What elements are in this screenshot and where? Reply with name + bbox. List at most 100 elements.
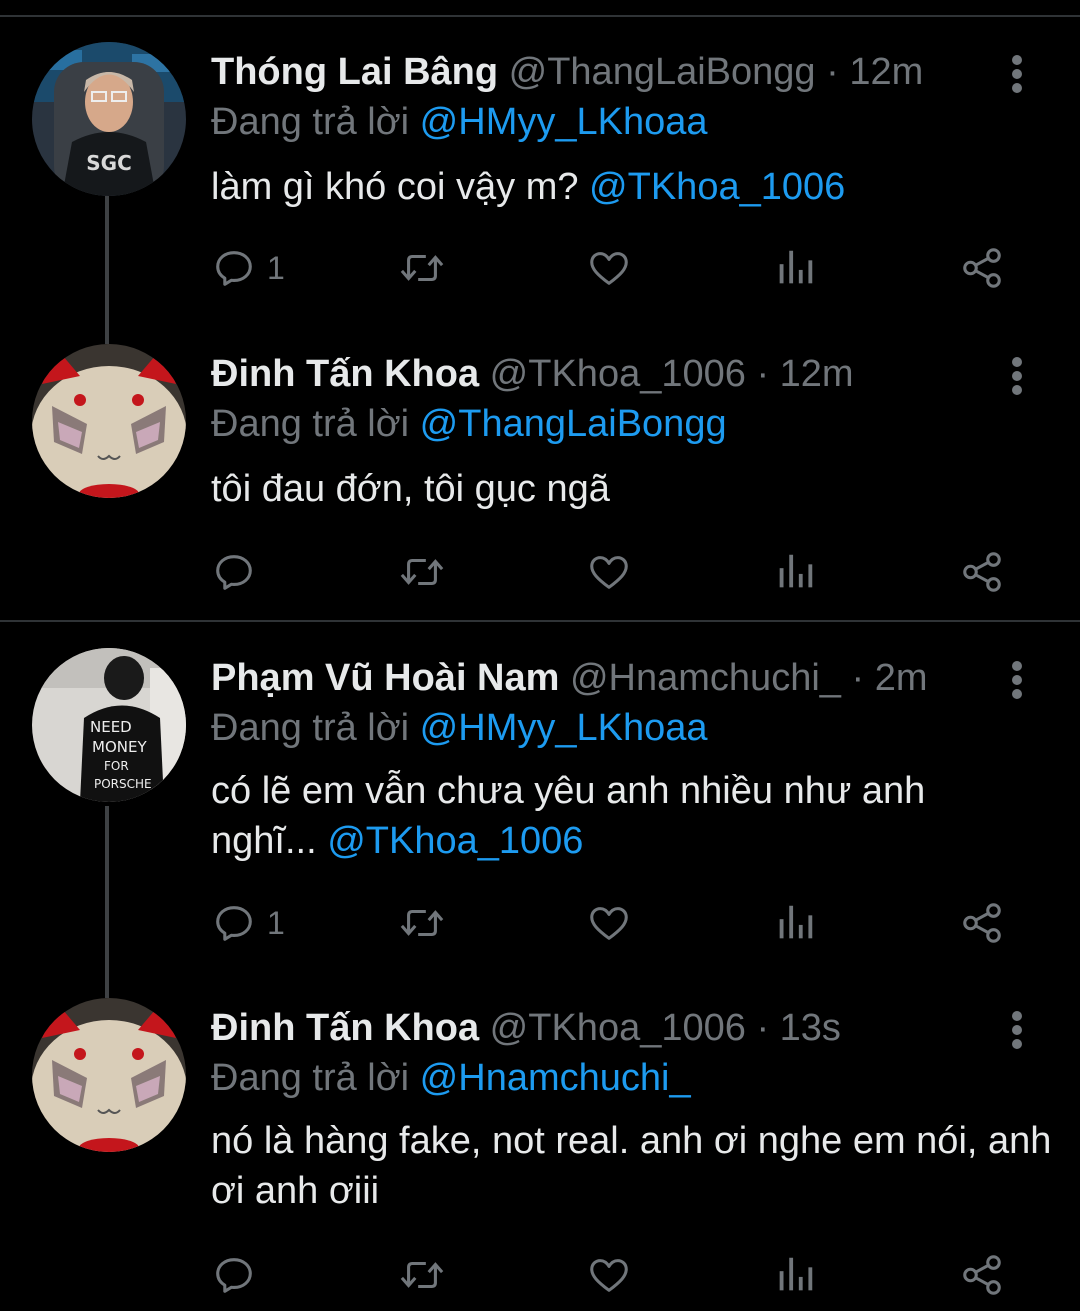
retweet-button[interactable] bbox=[396, 1250, 448, 1300]
views-button[interactable] bbox=[775, 1250, 815, 1300]
retweet-button[interactable] bbox=[396, 243, 448, 293]
tweet-actions bbox=[211, 1250, 1031, 1300]
views-icon bbox=[779, 250, 813, 284]
share-icon bbox=[963, 552, 1001, 592]
reply-icon bbox=[216, 251, 252, 286]
user-handle[interactable]: @TKhoa_1006 bbox=[490, 1007, 746, 1049]
user-handle[interactable]: @ThangLaiBongg bbox=[509, 51, 816, 93]
separator-dot: · bbox=[851, 657, 865, 699]
reply-count: 1 bbox=[267, 904, 285, 941]
share-button[interactable] bbox=[959, 898, 1005, 948]
tweet-actions: 1 bbox=[211, 898, 1031, 948]
timestamp[interactable]: 13s bbox=[780, 1007, 841, 1049]
reply-button[interactable] bbox=[211, 547, 267, 597]
tweet-text-body: nó là hàng fake, not real. anh ơi nghe e… bbox=[211, 1120, 1052, 1212]
timestamp[interactable]: 2m bbox=[875, 657, 928, 699]
like-button[interactable] bbox=[585, 547, 633, 597]
like-button[interactable] bbox=[585, 243, 633, 293]
reply-prefix: Đang trả lời bbox=[211, 403, 410, 445]
reply-context: Đang trả lời @ThangLaiBongg bbox=[211, 402, 727, 446]
reply-to-mention[interactable]: @HMyy_LKhoaa bbox=[420, 707, 708, 749]
heart-icon bbox=[590, 907, 628, 940]
retweet-icon bbox=[400, 254, 444, 282]
timestamp[interactable]: 12m bbox=[849, 51, 923, 93]
reply-icon bbox=[216, 906, 252, 941]
reply-icon bbox=[216, 1258, 252, 1293]
display-name[interactable]: Đinh Tấn Khoa bbox=[211, 1007, 479, 1049]
heart-icon bbox=[590, 252, 628, 285]
retweet-icon bbox=[400, 909, 444, 937]
tweet-header: Đinh Tấn Khoa @TKhoa_1006 · 12m bbox=[211, 352, 854, 396]
separator-dot: · bbox=[756, 353, 770, 395]
top-divider bbox=[0, 15, 1080, 17]
more-vertical-icon[interactable] bbox=[1000, 52, 1034, 96]
share-button[interactable] bbox=[959, 243, 1005, 293]
heart-icon bbox=[590, 1259, 628, 1292]
display-name[interactable]: Đinh Tấn Khoa bbox=[211, 353, 479, 395]
tweet-text: làm gì khó coi vậy m? @TKhoa_1006 bbox=[211, 162, 1051, 212]
separator-dot: · bbox=[756, 1007, 770, 1049]
share-icon bbox=[963, 1255, 1001, 1295]
svg-text:PORSCHE: PORSCHE bbox=[94, 777, 152, 791]
retweet-icon bbox=[400, 1261, 444, 1289]
display-name[interactable]: Phạm Vũ Hoài Nam bbox=[211, 657, 559, 699]
reply-icon bbox=[216, 555, 252, 590]
reply-prefix: Đang trả lời bbox=[211, 1057, 410, 1099]
tweet-header: Đinh Tấn Khoa @TKhoa_1006 · 13s bbox=[211, 1006, 841, 1050]
share-icon bbox=[963, 903, 1001, 943]
views-button[interactable] bbox=[775, 547, 815, 597]
like-button[interactable] bbox=[585, 898, 633, 948]
avatar[interactable]: NEED MONEY FOR PORSCHE bbox=[32, 648, 186, 802]
reply-button[interactable]: 1 bbox=[211, 898, 285, 948]
reply-button[interactable] bbox=[211, 1250, 267, 1300]
views-icon bbox=[779, 1257, 813, 1291]
thread-divider bbox=[0, 620, 1080, 622]
views-button[interactable] bbox=[775, 243, 815, 293]
more-vertical-icon[interactable] bbox=[1000, 354, 1034, 398]
reply-prefix: Đang trả lời bbox=[211, 707, 410, 749]
tweet-actions bbox=[211, 547, 1031, 597]
reply-button[interactable]: 1 bbox=[211, 243, 285, 293]
reply-context: Đang trả lời @Hnamchuchi_ bbox=[211, 1056, 691, 1100]
reply-to-mention[interactable]: @HMyy_LKhoaa bbox=[420, 101, 708, 143]
tweet-text: nó là hàng fake, not real. anh ơi nghe e… bbox=[211, 1116, 1061, 1216]
svg-text:SGC: SGC bbox=[86, 151, 132, 175]
avatar[interactable]: SGC bbox=[32, 42, 186, 196]
svg-text:NEED: NEED bbox=[90, 718, 132, 736]
avatar[interactable] bbox=[32, 344, 186, 498]
tweet-actions: 1 bbox=[211, 243, 1031, 293]
reply-to-mention[interactable]: @Hnamchuchi_ bbox=[420, 1057, 691, 1099]
separator-dot: · bbox=[826, 51, 839, 93]
reply-context: Đang trả lời @HMyy_LKhoaa bbox=[211, 706, 708, 750]
heart-icon bbox=[590, 556, 628, 589]
tweet-header: Thóng Lai Bâng @ThangLaiBongg · 12m bbox=[211, 50, 923, 94]
reply-prefix: Đang trả lời bbox=[211, 101, 410, 143]
reply-context: Đang trả lời @HMyy_LKhoaa bbox=[211, 100, 708, 144]
tweet-header: Phạm Vũ Hoài Nam @Hnamchuchi_ · 2m bbox=[211, 656, 927, 700]
reply-count: 1 bbox=[267, 249, 285, 286]
views-icon bbox=[779, 905, 813, 939]
more-vertical-icon[interactable] bbox=[1000, 658, 1034, 702]
like-button[interactable] bbox=[585, 1250, 633, 1300]
tweet-text: có lẽ em vẫn chưa yêu anh nhiều như anh … bbox=[211, 766, 1011, 866]
reply-to-mention[interactable]: @ThangLaiBongg bbox=[420, 403, 727, 445]
retweet-button[interactable] bbox=[396, 547, 448, 597]
display-name[interactable]: Thóng Lai Bâng bbox=[211, 51, 498, 93]
share-button[interactable] bbox=[959, 547, 1005, 597]
share-button[interactable] bbox=[959, 1250, 1005, 1300]
more-vertical-icon[interactable] bbox=[1000, 1008, 1034, 1052]
tweet-text-body: tôi đau đớn, tôi gục ngã bbox=[211, 468, 610, 510]
views-button[interactable] bbox=[775, 898, 815, 948]
timestamp[interactable]: 12m bbox=[780, 353, 854, 395]
svg-text:FOR: FOR bbox=[104, 759, 129, 773]
text-mention[interactable]: @TKhoa_1006 bbox=[327, 820, 583, 862]
share-icon bbox=[963, 248, 1001, 288]
text-mention[interactable]: @TKhoa_1006 bbox=[589, 166, 845, 208]
retweet-button[interactable] bbox=[396, 898, 448, 948]
retweet-icon bbox=[400, 558, 444, 586]
tweet-text-body: làm gì khó coi vậy m? bbox=[211, 166, 579, 208]
user-handle[interactable]: @TKhoa_1006 bbox=[490, 353, 746, 395]
avatar[interactable] bbox=[32, 998, 186, 1152]
svg-text:MONEY: MONEY bbox=[92, 738, 147, 756]
user-handle[interactable]: @Hnamchuchi_ bbox=[570, 657, 841, 699]
